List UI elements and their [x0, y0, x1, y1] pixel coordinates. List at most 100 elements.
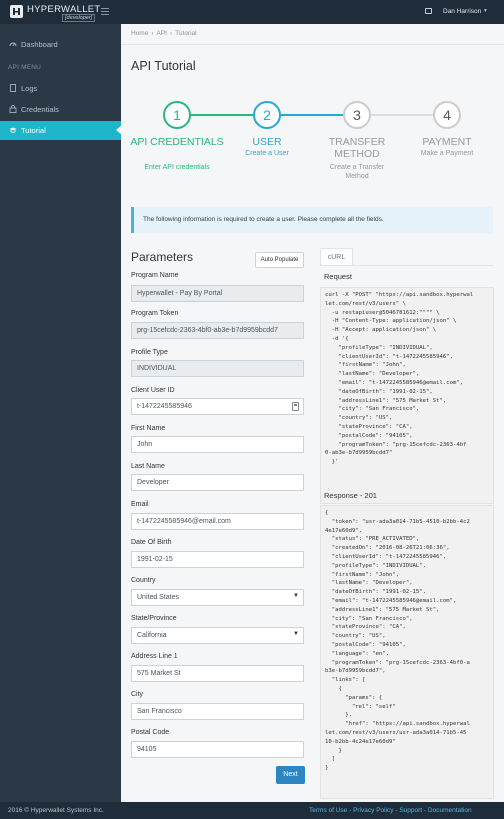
sidebar-item-label: Credentials — [21, 105, 59, 114]
support-link[interactable]: Support — [399, 807, 422, 814]
program-token-field: prg-15cefcdc-2363-4bf0-ab3e-b7d9959bcdd7 — [131, 322, 304, 339]
step-3-circle: 3 — [343, 101, 371, 129]
hyperwallet-logo-icon[interactable] — [10, 5, 23, 18]
state-value: California — [137, 632, 167, 639]
step-4-circle: 4 — [433, 101, 461, 129]
footer: 2016 © Hyperwallet Systems Inc. Terms of… — [0, 802, 504, 819]
dashboard-icon — [9, 40, 17, 48]
chevron-down-icon: ▼ — [293, 631, 299, 637]
email-value: t-1472245585946@email.com — [137, 518, 231, 525]
breadcrumb: Home › API › Tutorial — [131, 30, 197, 37]
profile-type-label: Profile Type — [131, 349, 168, 356]
sidebar-item-dashboard[interactable]: Dashboard — [0, 35, 121, 54]
info-alert: The following information is required to… — [131, 207, 493, 233]
sidebar-item-logs[interactable]: Logs — [0, 79, 121, 98]
last-name-input[interactable]: Developer — [131, 474, 304, 491]
user-menu[interactable]: Dan Harrison — [443, 8, 481, 15]
breadcrumb-api[interactable]: API — [157, 30, 167, 37]
first-name-label: First Name — [131, 425, 166, 432]
sidebar-item-tutorial[interactable]: Tutorial — [0, 121, 122, 140]
client-user-id-label: Client User ID — [131, 387, 175, 394]
step-connector-1 — [191, 114, 253, 116]
step-connector-3 — [371, 114, 433, 116]
first-name-value: John — [137, 441, 153, 448]
postal-value: 94105 — [137, 746, 157, 753]
step-1-subtitle: Enter API credentials — [144, 164, 210, 171]
step-2-subtitle: Create a User — [245, 150, 289, 157]
dob-label: Date Of Birth — [131, 539, 172, 546]
response-label: Response - 201 — [324, 491, 377, 500]
footer-links: Terms of Use - Privacy Policy - Support … — [309, 807, 472, 814]
tab-curl[interactable]: cURL — [320, 248, 353, 266]
response-code-block: { "token": "usr-ada3a014-71b5-4510-b2bb-… — [320, 505, 494, 799]
breadcrumb-separator: › — [170, 30, 173, 37]
program-token-value: prg-15cefcdc-2363-4bf0-ab3e-b7d9959bcdd7 — [137, 327, 278, 334]
parameters-title: Parameters — [131, 250, 194, 264]
last-name-label: Last Name — [131, 463, 165, 470]
postal-input[interactable]: 94105 — [131, 741, 304, 758]
client-user-id-value: t-1472245585946 — [137, 403, 192, 410]
key-icon — [9, 105, 17, 113]
client-user-id-input[interactable]: t-1472245585946 — [131, 398, 304, 415]
program-token-label: Program Token — [131, 310, 179, 317]
step-3-title: TRANSFER METHOD — [328, 136, 386, 160]
divider — [121, 44, 504, 45]
sidebar-item-credentials[interactable]: Credentials — [0, 100, 121, 119]
documentation-link[interactable]: Documentation — [428, 807, 472, 814]
city-label: City — [131, 691, 144, 698]
profile-type-value: INDIVIDUAL — [137, 365, 177, 372]
request-code-block: curl -X "POST" "https://api.sandbox.hype… — [320, 287, 494, 504]
program-name-label: Program Name — [131, 272, 179, 279]
address-label: Address Line 1 — [131, 653, 178, 660]
copyright: 2016 © Hyperwallet Systems Inc. — [8, 807, 104, 814]
sidebar: Dashboard API MENU Logs Credentials Tuto… — [0, 24, 122, 802]
next-button[interactable]: Next — [276, 766, 305, 784]
sidebar-item-label: Logs — [21, 84, 38, 93]
step-1-title: API CREDENTIALS — [130, 136, 224, 148]
user-card-icon — [425, 8, 432, 14]
city-value: San Francisco — [137, 708, 182, 715]
dob-input[interactable]: 1991-02-15 — [131, 551, 304, 568]
chevron-down-icon[interactable]: ▾ — [484, 8, 487, 14]
step-2-title: USER — [252, 136, 282, 148]
page-title: API Tutorial — [131, 59, 196, 73]
step-4-title: PAYMENT — [422, 136, 472, 148]
main-content: Home › API › Tutorial API Tutorial 1 API CRE… — [121, 24, 504, 802]
step-3-subtitle: Create a Transfer Method — [329, 164, 385, 180]
breadcrumb-home[interactable]: Home — [131, 30, 148, 37]
city-input[interactable]: San Francisco — [131, 703, 304, 720]
address-input[interactable]: 575 Market St — [131, 665, 304, 682]
postal-label: Postal Code — [131, 729, 170, 736]
sidebar-item-label: Tutorial — [21, 126, 46, 135]
tab-divider — [320, 265, 493, 266]
breadcrumb-tutorial: Tutorial — [175, 30, 197, 37]
menu-toggle-icon[interactable] — [101, 8, 109, 15]
sidebar-section-title: API MENU — [8, 64, 42, 71]
email-input[interactable]: t-1472245585946@email.com — [131, 513, 304, 530]
address-value: 575 Market St — [137, 670, 181, 677]
graduation-cap-icon — [9, 126, 17, 134]
auto-populate-button[interactable]: Auto Populate — [255, 252, 304, 268]
program-name-value: Hyperwallet - Pay By Portal — [137, 290, 223, 297]
step-2-circle: 2 — [253, 101, 281, 129]
breadcrumb-separator: › — [151, 30, 154, 37]
document-icon — [9, 84, 17, 92]
terms-link[interactable]: Terms of Use — [309, 807, 347, 814]
last-name-value: Developer — [137, 479, 169, 486]
sidebar-item-label: Dashboard — [21, 40, 58, 49]
step-4-subtitle: Make a Payment — [420, 150, 474, 157]
country-value: United States — [137, 594, 180, 601]
dob-value: 1991-02-15 — [137, 556, 173, 563]
logo-subtitle: [developer] — [62, 14, 96, 22]
profile-type-field: INDIVIDUAL — [131, 360, 304, 377]
country-label: Country — [131, 577, 156, 584]
top-bar: HYPERWALLET [developer] Dan Harrison ▾ — [0, 0, 504, 24]
state-label: State/Province — [131, 615, 177, 622]
first-name-input[interactable]: John — [131, 436, 304, 453]
step-connector-2 — [281, 114, 343, 116]
email-label: Email — [131, 501, 149, 508]
country-select[interactable]: United States ▼ — [131, 589, 304, 606]
calculator-icon[interactable] — [292, 402, 299, 411]
privacy-link[interactable]: Privacy Policy — [353, 807, 393, 814]
state-select[interactable]: California ▼ — [131, 627, 304, 644]
